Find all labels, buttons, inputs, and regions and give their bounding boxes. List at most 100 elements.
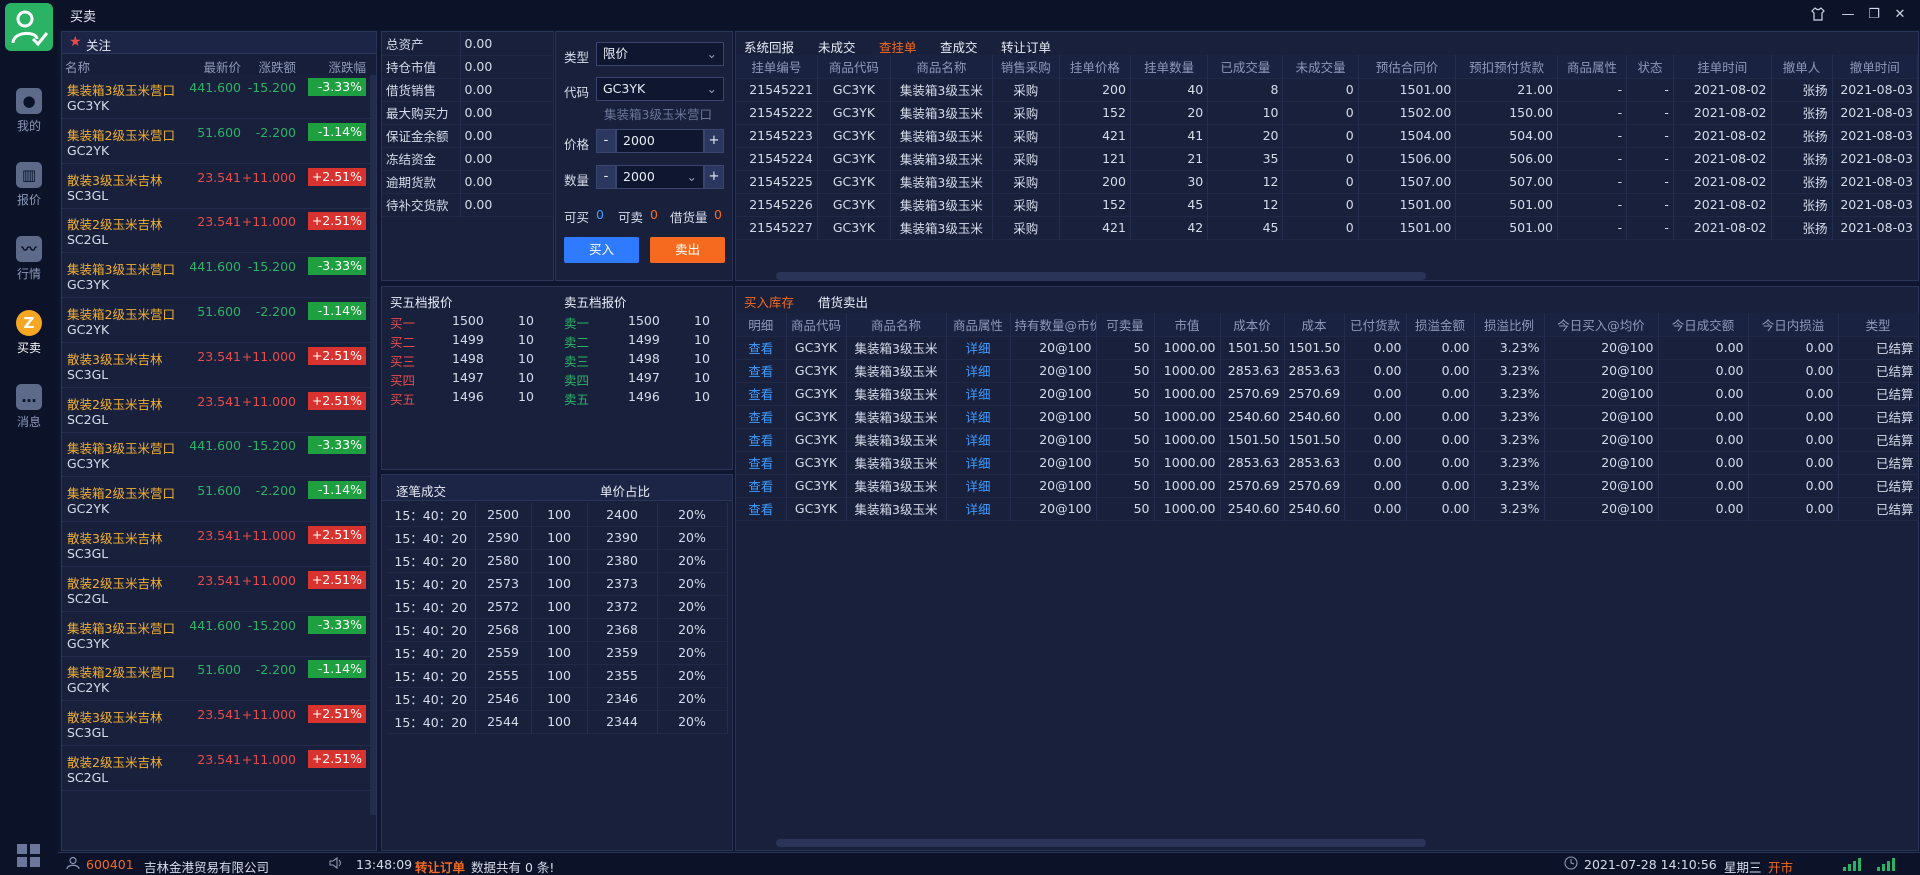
order-row[interactable]: 21545227 GC3YK 集装箱3级玉米 采购 421 42 45 0 1501.00 501… bbox=[736, 216, 1918, 239]
buy-level-price[interactable]: 1499 bbox=[452, 332, 484, 347]
watchlist-row[interactable]: 集装箱2级玉米营口 GC2YK 51.600 -2.200 -1.14% bbox=[62, 299, 376, 343]
tab-orders-2[interactable]: 查挂单 bbox=[879, 37, 917, 56]
column-header: 撤单时间 bbox=[1832, 55, 1918, 78]
watchlist-row[interactable]: 集装箱3级玉米营口 GC3YK 441.600 -15.200 -3.33% bbox=[62, 433, 376, 478]
price-minus-button[interactable]: - bbox=[596, 129, 616, 153]
order-cell: 8 bbox=[1207, 78, 1284, 101]
order-row[interactable]: 21545224 GC3YK 集装箱3级玉米 采购 121 21 35 0 1506.00 506… bbox=[736, 147, 1918, 170]
price-plus-button[interactable]: + bbox=[704, 129, 724, 153]
column-header: 撤单人 bbox=[1771, 55, 1833, 78]
detail-link[interactable]: 详细 bbox=[946, 428, 1011, 451]
qty-plus-button[interactable]: + bbox=[704, 165, 724, 189]
inventory-row: 查看 GC3YK 集装箱3级玉米 详细 20@100 50 1000.00 2853.63 28… bbox=[736, 451, 1919, 474]
watchlist-row[interactable]: 散装2级玉米吉林 SC2GL 23.541 +11.000 +2.51% bbox=[62, 209, 376, 254]
watchlist-row[interactable]: 散装3级玉米吉林 SC3GL 23.541 +11.000 +2.51% bbox=[62, 523, 376, 567]
grid-menu-icon[interactable] bbox=[16, 843, 42, 869]
view-link[interactable]: 查看 bbox=[736, 359, 787, 382]
view-link[interactable]: 查看 bbox=[736, 405, 787, 428]
nav-item-market[interactable]: 〰 行情 bbox=[0, 236, 58, 296]
watchlist-row[interactable]: 散装2级玉米吉林 SC2GL 23.541 +11.000 +2.51% bbox=[62, 747, 376, 791]
watchlist-row[interactable]: 散装2级玉米吉林 SC2GL 23.541 +11.000 +2.51% bbox=[62, 389, 376, 433]
detail-link[interactable]: 详细 bbox=[946, 405, 1011, 428]
inventory-cell: 0.00 bbox=[1658, 336, 1749, 359]
buy-level-price[interactable]: 1497 bbox=[452, 370, 484, 385]
skin-icon[interactable] bbox=[1808, 6, 1828, 24]
watchlist-row[interactable]: 散装3级玉米吉林 SC3GL 23.541 +11.000 +2.51% bbox=[62, 702, 376, 747]
nav-item-trade[interactable]: Z 买卖 bbox=[0, 310, 58, 370]
restore-icon[interactable]: ❐ bbox=[1864, 6, 1884, 24]
tab-orders-3[interactable]: 查成交 bbox=[940, 37, 978, 56]
detail-link[interactable]: 详细 bbox=[946, 451, 1011, 474]
detail-link[interactable]: 详细 bbox=[946, 336, 1011, 359]
order-row[interactable]: 21545226 GC3YK 集装箱3级玉米 采购 152 45 12 0 1501.00 501… bbox=[736, 193, 1918, 216]
detail-link[interactable]: 详细 bbox=[946, 474, 1011, 497]
buy-level-price[interactable]: 1498 bbox=[452, 351, 484, 366]
tab-orders-0[interactable]: 系统回报 bbox=[744, 37, 794, 56]
sell-level-price[interactable]: 1497 bbox=[628, 370, 660, 385]
order-cell: 张扬 bbox=[1771, 170, 1833, 193]
watchlist-row[interactable]: 集装箱2级玉米营口 GC2YK 51.600 -2.200 -1.14% bbox=[62, 120, 376, 164]
watchlist-row[interactable]: 集装箱3级玉米营口 GC3YK 441.600 -15.200 -3.33% bbox=[62, 75, 376, 119]
order-type-select[interactable]: 限价 ⌄ bbox=[596, 42, 724, 66]
tick-cell: 2400 bbox=[587, 503, 658, 526]
inventory-cell: 0.00 bbox=[1344, 428, 1407, 451]
account-row: 冻结资金 0.00 bbox=[382, 147, 554, 170]
minimize-icon[interactable]: — bbox=[1838, 6, 1858, 24]
order-cell: 集装箱3级玉米 bbox=[890, 147, 993, 170]
view-link[interactable]: 查看 bbox=[736, 451, 787, 474]
nav-item-quote[interactable]: ▥ 报价 bbox=[0, 162, 58, 222]
buy-level-price[interactable]: 1500 bbox=[452, 313, 484, 328]
watchlist-row[interactable]: 集装箱3级玉米营口 GC3YK 441.600 -15.200 -3.33% bbox=[62, 254, 376, 299]
inventory-scrollbar[interactable] bbox=[776, 839, 1426, 847]
inventory-cell: 2570.69 bbox=[1220, 474, 1285, 497]
nav-item-mine[interactable]: ● 我的 bbox=[0, 88, 58, 148]
close-icon[interactable]: ✕ bbox=[1890, 6, 1910, 24]
orders-scrollbar[interactable] bbox=[776, 272, 1426, 280]
buy-level-price[interactable]: 1496 bbox=[452, 389, 484, 404]
tab-inventory-1[interactable]: 借货卖出 bbox=[818, 292, 868, 311]
watchlist-row[interactable]: 集装箱2级玉米营口 GC2YK 51.600 -2.200 -1.14% bbox=[62, 657, 376, 702]
order-row[interactable]: 21545222 GC3YK 集装箱3级玉米 采购 152 20 10 0 1502.00 150… bbox=[736, 101, 1918, 124]
tab-orders-1[interactable]: 未成交 bbox=[818, 37, 856, 56]
sell-button[interactable]: 卖出 bbox=[650, 237, 725, 263]
tab-inventory-0[interactable]: 买入库存 bbox=[744, 292, 794, 311]
buy-button[interactable]: 买入 bbox=[564, 237, 639, 263]
order-cell: 506.00 bbox=[1455, 147, 1558, 170]
sell-level-price[interactable]: 1496 bbox=[628, 389, 660, 404]
watchlist-row[interactable]: 散装3级玉米吉林 SC3GL 23.541 +11.000 +2.51% bbox=[62, 344, 376, 388]
order-row[interactable]: 21545225 GC3YK 集装箱3级玉米 采购 200 30 12 0 1507.00 507… bbox=[736, 170, 1918, 193]
inventory-row: 查看 GC3YK 集装箱3级玉米 详细 20@100 50 1000.00 2570.69 25… bbox=[736, 382, 1919, 405]
nav-item-message[interactable]: … 消息 bbox=[0, 384, 58, 444]
sell-level-price[interactable]: 1500 bbox=[628, 313, 660, 328]
sell-level-price[interactable]: 1498 bbox=[628, 351, 660, 366]
company-name: 吉林金港贸易有限公司 bbox=[144, 860, 270, 875]
price-input[interactable]: 2000 bbox=[616, 129, 704, 153]
message-highlight[interactable]: 转让订单 bbox=[415, 857, 465, 875]
sell-level-price[interactable]: 1499 bbox=[628, 332, 660, 347]
watchlist-header: ★ 关注 bbox=[62, 32, 376, 54]
product-name: 散装2级玉米吉林 bbox=[67, 575, 163, 591]
detail-link[interactable]: 详细 bbox=[946, 382, 1011, 405]
watchlist-row[interactable]: 散装2级玉米吉林 SC2GL 23.541 +11.000 +2.51% bbox=[62, 568, 376, 612]
watchlist-row[interactable]: 散装3级玉米吉林 SC3GL 23.541 +11.000 +2.51% bbox=[62, 165, 376, 209]
order-row[interactable]: 21545221 GC3YK 集装箱3级玉米 采购 200 40 8 0 1501.00 21.0… bbox=[736, 78, 1918, 101]
detail-link[interactable]: 详细 bbox=[946, 497, 1011, 520]
view-link[interactable]: 查看 bbox=[736, 382, 787, 405]
order-row[interactable]: 21545223 GC3YK 集装箱3级玉米 采购 421 41 20 0 1504.00 504… bbox=[736, 124, 1918, 147]
qty-minus-button[interactable]: - bbox=[596, 165, 616, 189]
code-select[interactable]: GC3YK ⌄ bbox=[596, 77, 724, 101]
view-link[interactable]: 查看 bbox=[736, 428, 787, 451]
watchlist-row[interactable]: 集装箱3级玉米营口 GC3YK 441.600 -15.200 -3.33% bbox=[62, 613, 376, 657]
column-header: 商品属性 bbox=[1557, 55, 1628, 78]
view-link[interactable]: 查看 bbox=[736, 497, 787, 520]
price-change: +11.000 bbox=[241, 528, 296, 543]
watchlist-scrollbar[interactable] bbox=[370, 75, 376, 815]
detail-link[interactable]: 详细 bbox=[946, 359, 1011, 382]
watchlist-row[interactable]: 集装箱2级玉米营口 GC2YK 51.600 -2.200 -1.14% bbox=[62, 478, 376, 523]
app-logo-icon bbox=[5, 3, 53, 51]
view-link[interactable]: 查看 bbox=[736, 474, 787, 497]
tab-orders-4[interactable]: 转让订单 bbox=[1001, 37, 1051, 56]
order-cell: 45 bbox=[1207, 216, 1284, 239]
view-link[interactable]: 查看 bbox=[736, 336, 787, 359]
qty-input[interactable]: 2000 ⌄ bbox=[616, 165, 704, 189]
